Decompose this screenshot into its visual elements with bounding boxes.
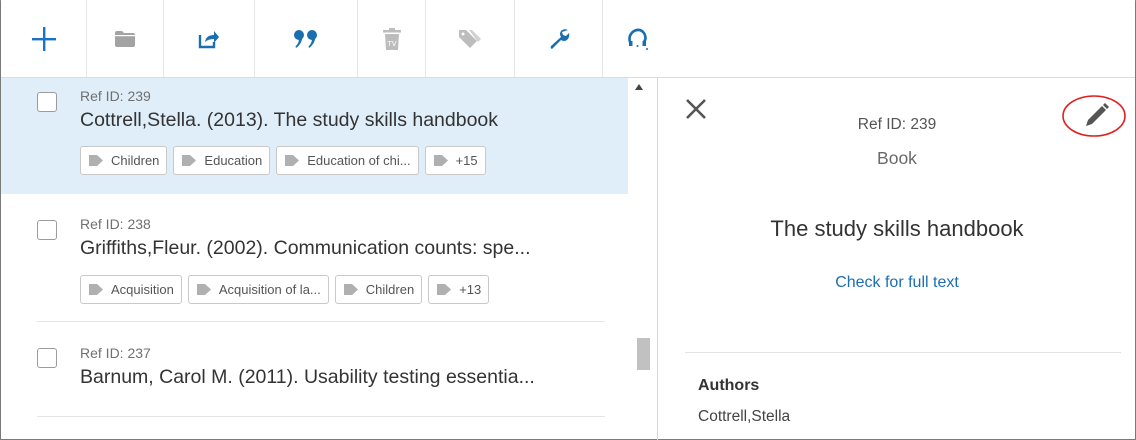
find-duplicates-button[interactable] [603,0,673,77]
svg-text:TV: TV [386,40,396,48]
tag-icon [182,155,197,166]
tag-icon [433,155,448,166]
tag-label: Children [365,282,415,297]
tag-label: +15 [455,153,478,168]
tag-label: Education [204,153,263,168]
select-checkbox[interactable] [37,348,57,368]
reference-list: Ref ID: 239 Cottrell,Stella. (2013). The… [1,78,658,440]
tag-button[interactable] [426,0,515,77]
reference-title[interactable]: Cottrell,Stella. (2013). The study skill… [80,109,498,132]
share-button[interactable] [164,0,255,77]
folder-button[interactable] [87,0,164,77]
quote-icon [294,29,317,48]
add-icon [31,26,56,51]
find-duplicates-icon [628,28,648,50]
detail-title: The study skills handbook [770,216,1024,241]
trash-icon: TV [382,27,401,50]
reference-list-item[interactable]: Ref ID: 238 Griffiths,Fleur. (2002). Com… [1,194,628,322]
tag-chip[interactable]: Acquisition [80,275,182,304]
authors-value: Cottrell,Stella [698,408,791,425]
select-checkbox[interactable] [37,220,57,240]
tag-icon [196,284,211,295]
tag-icon [459,29,481,48]
more-tags-chip[interactable]: +13 [428,275,490,304]
ref-id: Ref ID: 239 [80,88,151,104]
ref-id: Ref ID: 238 [80,216,151,232]
share-icon [198,30,219,48]
tag-icon [285,155,300,166]
tag-chip[interactable]: Education [173,146,271,175]
tag-label: Education of chi... [307,153,411,168]
tag-icon [89,284,103,295]
folder-icon [115,30,135,47]
tag-icon [89,155,103,166]
tag-list: Children Education Education of chi... +… [80,146,492,175]
tag-label: Acquisition of la... [218,282,321,297]
wrench-icon [550,28,569,49]
toolbar: TV [1,0,1135,78]
select-checkbox[interactable] [37,92,57,112]
list-divider [37,416,605,417]
reference-detail-panel: Ref ID: 239 Book The study skills handbo… [659,78,1135,440]
add-reference-button[interactable] [1,0,87,77]
tag-chip[interactable]: Education of chi... [276,146,419,175]
tools-button[interactable] [515,0,603,77]
tag-chip[interactable]: Children [80,146,168,175]
reference-title[interactable]: Barnum, Carol M. (2011). Usability testi… [80,366,535,389]
scroll-up-arrow-icon[interactable] [635,84,643,90]
tag-icon [343,284,358,295]
tag-chip[interactable]: Acquisition of la... [187,275,329,304]
reference-title[interactable]: Griffiths,Fleur. (2002). Communication c… [80,237,531,260]
scroll-thumb[interactable] [637,338,650,370]
reference-list-item[interactable]: Ref ID: 239 Cottrell,Stella. (2013). The… [1,78,628,194]
cite-button[interactable] [255,0,358,77]
reference-list-item[interactable]: Ref ID: 237 Barnum, Carol M. (2011). Usa… [1,322,628,416]
tag-label: Acquisition [111,282,174,297]
check-full-text-link[interactable]: Check for full text [659,274,1135,292]
tag-list: Acquisition Acquisition of la... Childre… [80,275,495,304]
more-tags-chip[interactable]: +15 [424,146,486,175]
tag-label: Children [111,153,160,168]
delete-button[interactable]: TV [358,0,426,77]
detail-ref-id: Ref ID: 239 [857,116,937,133]
tag-icon [437,284,452,295]
ref-id: Ref ID: 237 [80,345,151,361]
authors-label: Authors [698,377,760,394]
list-scrollbar[interactable] [631,78,653,440]
tag-chip[interactable]: Children [334,275,423,304]
tag-label: +13 [459,282,482,297]
reference-type: Book [877,148,917,168]
detail-divider [685,352,1121,353]
